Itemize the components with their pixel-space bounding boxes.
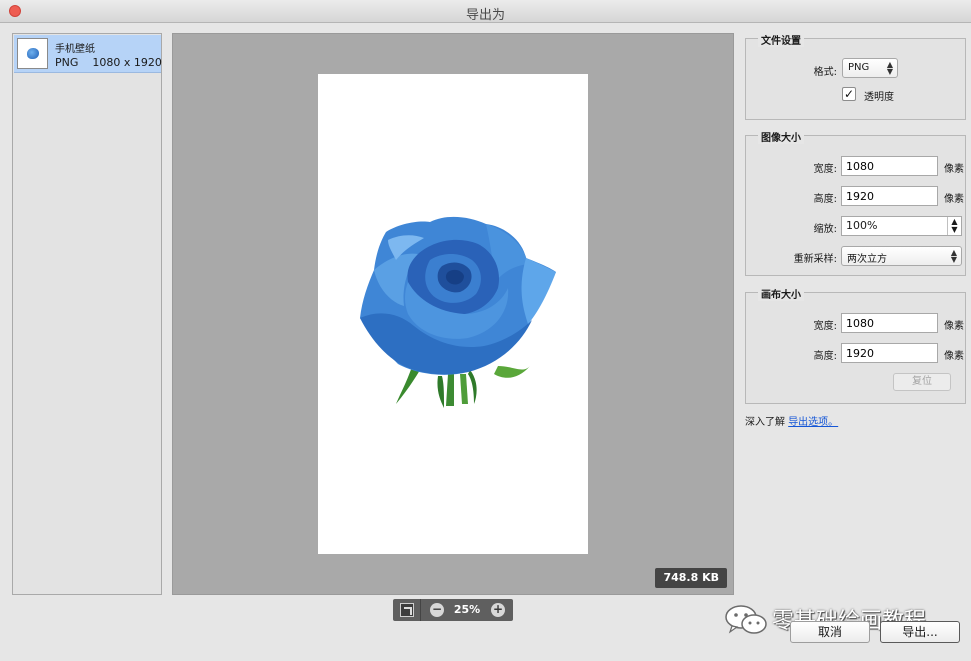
updown-arrows-icon[interactable]: ▲ ▼ (947, 217, 961, 235)
title-bar: 导出为 (0, 0, 971, 23)
cancel-button[interactable]: 取消 (790, 621, 870, 643)
image-width-label: 宽度: (813, 164, 837, 175)
asset-thumbnail (17, 38, 48, 69)
file-settings-group: 文件设置 格式: PNG ▲ ▼ ✓ 透明度 (745, 32, 966, 120)
file-settings-title: 文件设置 (758, 32, 804, 47)
scale-value: 100% (846, 219, 878, 232)
updown-arrows-icon: ▲ ▼ (950, 248, 957, 264)
canvas-size-group: 画布大小 宽度: 像素 高度: 像素 复位 (745, 286, 966, 404)
canvas-height-label: 高度: (813, 351, 837, 362)
asset-meta: PNG 1080 x 1920 (55, 56, 162, 69)
image-size-title: 图像大小 (758, 129, 804, 144)
preview-area[interactable]: 748.8 KB (172, 33, 734, 595)
zoom-bar: − 25% + (393, 599, 513, 621)
zoom-level: 25% (453, 603, 481, 616)
canvas-width-input[interactable] (841, 313, 938, 333)
export-options-link[interactable]: 导出选项。 (788, 417, 838, 428)
asset-dimensions: 1080 x 1920 (92, 56, 162, 69)
image-height-label: 高度: (813, 194, 837, 205)
image-size-group: 图像大小 宽度: 像素 高度: 像素 缩放: 100% ▲▼ 重新采样: 两次立… (745, 129, 966, 276)
asset-name: 手机壁纸 (55, 44, 95, 55)
resample-select[interactable]: 两次立方 ▲ ▼ (841, 246, 962, 266)
rose-thumbnail-icon (27, 48, 39, 59)
image-width-input[interactable] (841, 156, 938, 176)
blue-rose-image (360, 216, 556, 408)
zoom-in-button[interactable]: + (491, 603, 505, 617)
zoom-divider (420, 599, 421, 621)
canvas-size-title: 画布大小 (758, 286, 804, 301)
resample-label: 重新采样: (793, 254, 837, 265)
transparency-label: 透明度 (864, 92, 894, 103)
format-label: 格式: (813, 67, 837, 78)
learn-more-prefix: 深入了解 (745, 417, 785, 428)
file-size-badge: 748.8 KB (655, 568, 727, 588)
wechat-logo-icon (725, 605, 767, 634)
format-select[interactable]: PNG ▲ ▼ (842, 58, 898, 78)
updown-arrows-icon: ▲ ▼ (886, 60, 893, 76)
reset-button[interactable]: 复位 (893, 373, 951, 391)
image-width-unit: 像素 (944, 164, 964, 175)
asset-format: PNG (55, 56, 79, 69)
learn-more: 深入了解 导出选项。 (745, 413, 838, 428)
asset-list: 手机壁纸 PNG 1080 x 1920 (12, 33, 162, 595)
scale-combo[interactable]: 100% ▲ ▼ (841, 216, 962, 236)
canvas-height-input[interactable] (841, 343, 938, 363)
window-title: 导出为 (465, 8, 505, 23)
image-height-unit: 像素 (944, 194, 964, 205)
asset-item[interactable]: 手机壁纸 PNG 1080 x 1920 (14, 35, 162, 73)
canvas-width-label: 宽度: (813, 321, 837, 332)
zoom-out-button[interactable]: − (430, 603, 444, 617)
scale-label: 缩放: (813, 224, 837, 235)
resample-value: 两次立方 (847, 254, 887, 265)
export-button[interactable]: 导出... (880, 621, 960, 643)
preview-canvas (318, 74, 588, 554)
image-height-input[interactable] (841, 186, 938, 206)
canvas-height-unit: 像素 (944, 351, 964, 362)
canvas-width-unit: 像素 (944, 321, 964, 332)
transparency-checkbox[interactable]: ✓ (842, 87, 856, 101)
fit-to-screen-icon[interactable] (400, 603, 414, 617)
format-select-value: PNG (848, 62, 870, 73)
